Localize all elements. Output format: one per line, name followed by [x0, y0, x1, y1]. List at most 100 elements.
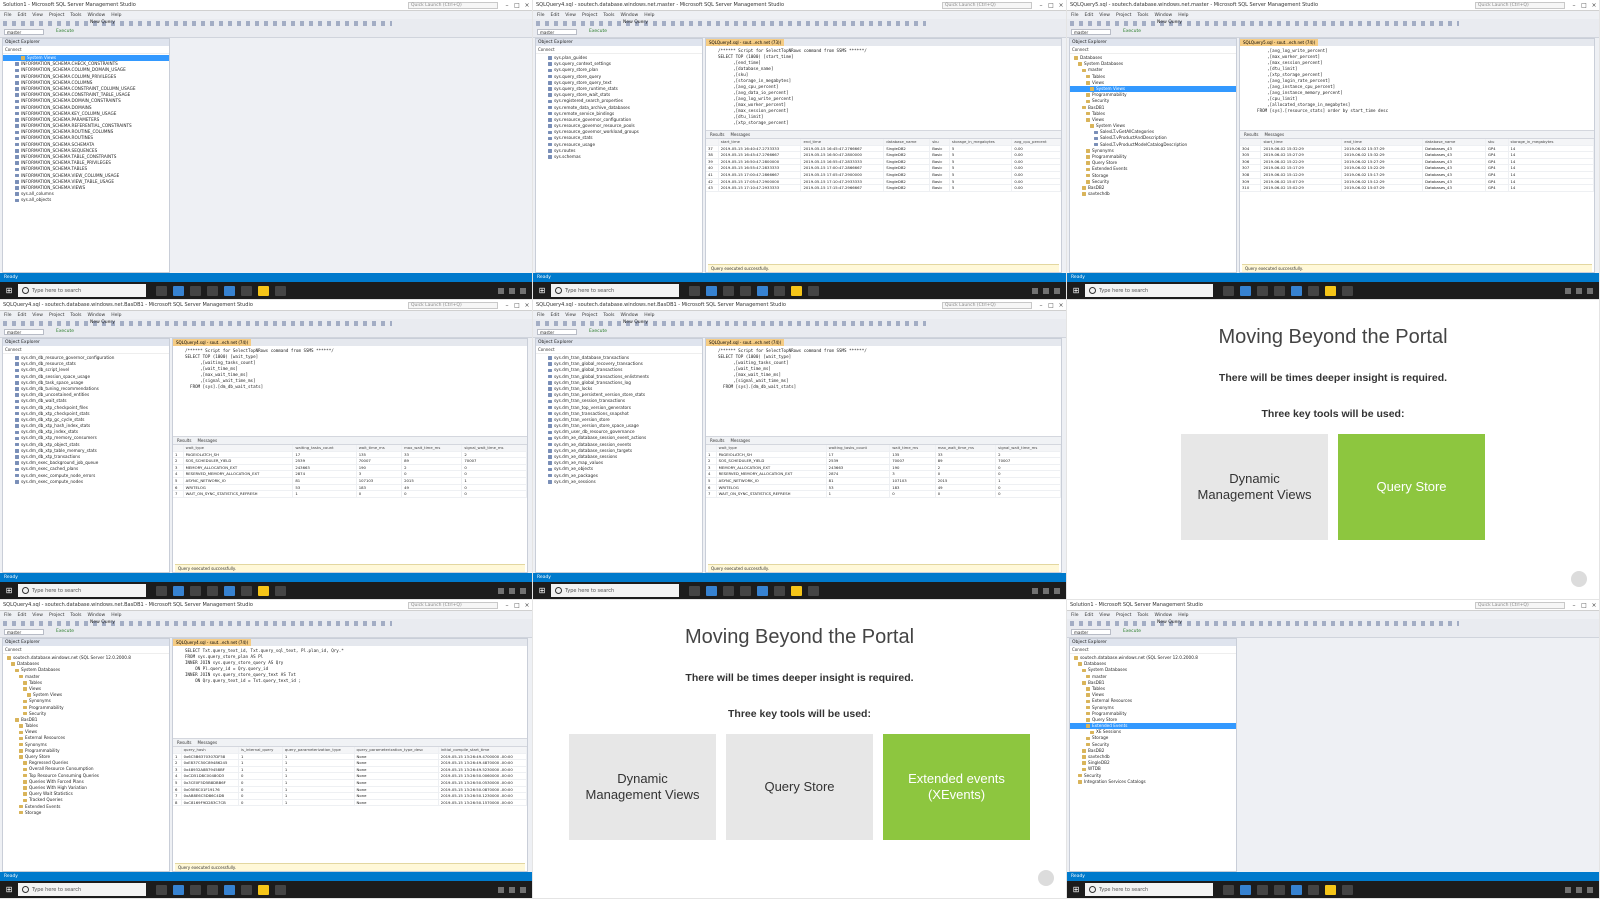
- table-cell[interactable]: 14: [1508, 171, 1594, 179]
- table-cell[interactable]: 2019-05-15 13:26:50.0530000 -00:00: [438, 779, 527, 787]
- table-cell[interactable]: 1: [282, 786, 355, 794]
- menu-item-edit[interactable]: Edit: [551, 13, 560, 18]
- connect-button[interactable]: Connect: [536, 46, 702, 54]
- table-cell[interactable]: 307: [1240, 164, 1262, 172]
- maximize-icon[interactable]: □: [512, 302, 522, 309]
- ssms-icon[interactable]: [258, 884, 269, 895]
- sql-code-editor[interactable]: SELECT Txt.query_text_id, Txt.query_sql_…: [173, 646, 527, 738]
- quick-launch-input[interactable]: Quick Launch (Ctrl+Q): [1475, 601, 1565, 609]
- table-cell[interactable]: 0: [995, 470, 1061, 478]
- table-cell[interactable]: 0.00: [1011, 178, 1061, 186]
- taskbar-search-box[interactable]: Type here to search: [18, 584, 146, 597]
- table-cell[interactable]: 107103: [356, 477, 403, 485]
- database-select[interactable]: master: [4, 629, 44, 635]
- table-cell[interactable]: SingleDB2: [883, 164, 931, 172]
- new-query-button[interactable]: New Query: [623, 20, 648, 25]
- table-cell[interactable]: 1: [292, 490, 357, 498]
- table-cell[interactable]: 70007: [889, 457, 936, 465]
- table-cell[interactable]: 0: [935, 490, 997, 498]
- table-cell[interactable]: 2019-05-15 13:26:49.4700000 -00:00: [438, 753, 527, 761]
- menu-item-file[interactable]: File: [1071, 13, 1079, 18]
- table-cell[interactable]: GP4: [1485, 184, 1509, 192]
- table-cell[interactable]: 3: [356, 470, 403, 478]
- table-cell[interactable]: 1: [282, 792, 355, 800]
- table-cell[interactable]: 107103: [889, 477, 936, 485]
- table-cell[interactable]: 243663: [292, 464, 357, 472]
- table-row[interactable]: 1 0x6C5B6370307DF58 1 1 None 2019-05-15 13:26…: [173, 753, 527, 761]
- table-cell[interactable]: 5: [949, 158, 1013, 166]
- table-cell[interactable]: SingleDB2: [883, 145, 931, 153]
- powershell-icon[interactable]: [1308, 884, 1319, 895]
- table-row[interactable]: 2 SOS_SCHEDULER_YIELD 2539 70007 89 70007: [173, 457, 527, 465]
- table-cell[interactable]: 2: [706, 457, 717, 465]
- table-cell[interactable]: MEMORY_ALLOCATION_EXT: [716, 464, 827, 472]
- tree-item[interactable]: sys.dm_xe_sessions: [536, 479, 702, 485]
- menu-item-project[interactable]: Project: [49, 313, 64, 318]
- table-cell[interactable]: SOS_SCHEDULER_YIELD: [716, 457, 827, 465]
- menu-item-tools[interactable]: Tools: [603, 13, 614, 18]
- table-cell[interactable]: 2019-05-15 13:26:50.1570000 -00:00: [438, 799, 527, 807]
- store-icon[interactable]: [207, 285, 218, 296]
- vscode-icon[interactable]: [224, 285, 235, 296]
- table-cell[interactable]: 0: [461, 470, 527, 478]
- table-cell[interactable]: Databases_43: [1422, 171, 1486, 179]
- table-cell[interactable]: None: [354, 779, 439, 787]
- menu-item-help[interactable]: Help: [111, 13, 121, 18]
- table-cell[interactable]: None: [354, 792, 439, 800]
- menu-item-window[interactable]: Window: [87, 13, 105, 18]
- table-row[interactable]: 7 0xAB8E6C5D86C4DB 0 1 None 2019-05-15 13:26:…: [173, 792, 527, 800]
- close-icon[interactable]: ×: [1589, 602, 1599, 609]
- tab-results[interactable]: Results: [710, 131, 724, 138]
- powershell-icon[interactable]: [241, 884, 252, 895]
- table-row[interactable]: 4 RESERVED_MEMORY_ALLOCATION_EXT 2874 3 0 0: [706, 470, 1061, 478]
- table-cell[interactable]: 2019-05-15 16:55:47.2833333: [718, 164, 802, 172]
- menu-item-help[interactable]: Help: [1178, 13, 1188, 18]
- maximize-icon[interactable]: □: [1046, 2, 1056, 9]
- menu-item-window[interactable]: Window: [620, 13, 638, 18]
- table-cell[interactable]: 2019-05-15 13:26:49.4870000 -00:00: [438, 759, 527, 767]
- play-icon[interactable]: [1038, 870, 1054, 886]
- ssms-icon[interactable]: [258, 585, 269, 596]
- table-row[interactable]: 2 SOS_SCHEDULER_YIELD 2539 70007 89 70007: [706, 457, 1061, 465]
- explorer-icon[interactable]: [190, 285, 201, 296]
- table-cell[interactable]: 0: [401, 490, 463, 498]
- table-cell[interactable]: 1: [282, 753, 355, 761]
- table-cell[interactable]: Basic: [929, 184, 950, 192]
- table-cell[interactable]: 53: [292, 484, 357, 492]
- menu-item-window[interactable]: Window: [87, 313, 105, 318]
- table-row[interactable]: 42 2019-05-15 17:05:47.2900000 2019-05-15 …: [706, 178, 1061, 186]
- table-cell[interactable]: 49: [401, 484, 463, 492]
- table-cell[interactable]: 0.00: [1011, 164, 1061, 172]
- execute-button[interactable]: Execute: [1123, 629, 1141, 634]
- table-cell[interactable]: 89: [401, 457, 463, 465]
- table-cell[interactable]: 2019-05-15 13:26:49.5230000 -00:00: [438, 766, 527, 774]
- tab-query[interactable]: SQLQuery5.sql - sout...ech.net (74)): [1240, 39, 1319, 46]
- menu-item-tools[interactable]: Tools: [603, 313, 614, 318]
- store-icon[interactable]: [740, 585, 751, 596]
- table-cell[interactable]: 2019-05-15 16:50:47.2800000: [800, 151, 885, 159]
- store-icon[interactable]: [1274, 884, 1285, 895]
- table-cell[interactable]: 53: [826, 484, 891, 492]
- menu-item-edit[interactable]: Edit: [551, 313, 560, 318]
- table-cell[interactable]: Databases_43: [1422, 164, 1486, 172]
- app-icon[interactable]: [1342, 285, 1353, 296]
- table-cell[interactable]: 0x6C5B6370307DF58: [181, 753, 239, 761]
- table-cell[interactable]: 2: [173, 759, 182, 767]
- execute-button[interactable]: Execute: [1123, 29, 1141, 34]
- vscode-icon[interactable]: [1291, 884, 1302, 895]
- table-cell[interactable]: 0: [995, 464, 1061, 472]
- new-query-button[interactable]: New Query: [1157, 620, 1182, 625]
- table-cell[interactable]: 0: [238, 772, 283, 780]
- table-cell[interactable]: 190: [889, 464, 936, 472]
- tab-query[interactable]: SQLQuery4.sql - sout...ech.net (74)): [173, 639, 252, 646]
- menu-item-tools[interactable]: Tools: [70, 313, 81, 318]
- table-cell[interactable]: 2019-05-15 17:10:47.2933333: [800, 178, 885, 186]
- table-cell[interactable]: 4: [173, 772, 182, 780]
- table-cell[interactable]: 39: [706, 158, 719, 166]
- tab-query[interactable]: SQLQuery4.sql - sout...ech.net (74)): [173, 339, 252, 346]
- table-cell[interactable]: RESERVED_MEMORY_ALLOCATION_EXT: [716, 470, 827, 478]
- table-cell[interactable]: GP4: [1485, 171, 1509, 179]
- windows-start-icon[interactable]: ⊞: [0, 881, 18, 898]
- windows-start-icon[interactable]: ⊞: [0, 282, 18, 299]
- table-cell[interactable]: Databases_43: [1422, 145, 1486, 153]
